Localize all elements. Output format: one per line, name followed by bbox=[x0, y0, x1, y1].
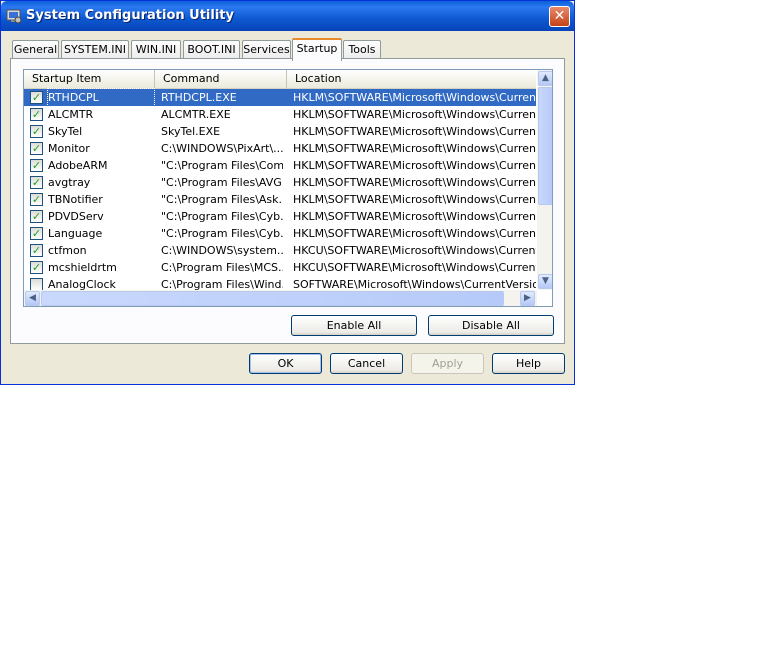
vertical-scroll-thumb[interactable] bbox=[538, 87, 552, 205]
table-row[interactable]: ✓ Monitor C:\WINDOWS\PixArt\... HKLM\SOFTWA… bbox=[24, 140, 536, 157]
location-cell: HKLM\SOFTWARE\Microsoft\Windows\CurrentV… bbox=[293, 176, 536, 189]
column-header-location[interactable]: Location bbox=[287, 70, 536, 88]
horizontal-scrollbar[interactable]: ◀ ▶ bbox=[24, 290, 537, 306]
row-checkbox[interactable]: ✓ bbox=[30, 91, 43, 104]
tab-services[interactable]: Services bbox=[242, 40, 291, 59]
title-bar[interactable]: System Configuration Utility ✕ bbox=[1, 1, 574, 31]
command-cell: C:\Program Files\MCS... bbox=[161, 261, 283, 274]
location-cell: HKLM\SOFTWARE\Microsoft\Windows\CurrentV… bbox=[293, 108, 536, 121]
table-row[interactable]: ✓ RTHDCPL RTHDCPL.EXE HKLM\SOFTWARE\Microso… bbox=[24, 88, 536, 107]
table-row[interactable]: ✓ mcshieldrtm C:\Program Files\MCS... HKCU\… bbox=[24, 259, 536, 276]
startup-items-list[interactable]: Startup Item Command Location ✓ RTHDCPL RT… bbox=[23, 69, 553, 307]
scroll-right-arrow-icon: ▶ bbox=[524, 293, 531, 303]
startup-item-cell: Language bbox=[48, 227, 103, 240]
row-checkbox[interactable]: ✓ bbox=[30, 142, 43, 155]
close-button[interactable]: ✕ bbox=[549, 6, 570, 27]
location-cell: HKLM\SOFTWARE\Microsoft\Windows\CurrentV… bbox=[293, 210, 536, 223]
tab-startup[interactable]: Startup bbox=[292, 38, 342, 61]
disable-all-button[interactable]: Disable All bbox=[428, 315, 554, 336]
startup-item-cell: TBNotifier bbox=[48, 193, 103, 206]
table-row[interactable]: ✓ ALCMTR ALCMTR.EXE HKLM\SOFTWARE\Microsoft… bbox=[24, 106, 536, 123]
startup-item-cell: AdobeARM bbox=[48, 159, 108, 172]
startup-tab-panel: Startup Item Command Location ✓ RTHDCPL RT… bbox=[10, 58, 565, 344]
row-checkbox[interactable]: ✓ bbox=[30, 125, 43, 138]
row-checkbox[interactable]: ✓ bbox=[30, 193, 43, 206]
location-cell: HKLM\SOFTWARE\Microsoft\Windows\CurrentV… bbox=[293, 91, 536, 104]
command-cell: ALCMTR.EXE bbox=[161, 108, 231, 121]
command-cell: "C:\Program Files\Ask... bbox=[161, 193, 283, 206]
column-header-startup-item[interactable]: Startup Item bbox=[24, 70, 155, 88]
apply-button[interactable]: Apply bbox=[411, 353, 484, 374]
close-icon: ✕ bbox=[553, 8, 566, 24]
startup-item-cell: PDVDServ bbox=[48, 210, 104, 223]
startup-item-cell: ALCMTR bbox=[48, 108, 94, 121]
horizontal-scroll-thumb[interactable] bbox=[41, 291, 504, 306]
msconfig-app-icon bbox=[6, 9, 22, 24]
tab-boot-ini[interactable]: BOOT.INI bbox=[183, 40, 240, 59]
ok-button[interactable]: OK bbox=[249, 353, 322, 374]
startup-item-cell: ctfmon bbox=[48, 244, 87, 257]
scroll-left-button[interactable]: ◀ bbox=[25, 291, 40, 306]
startup-item-cell: SkyTel bbox=[48, 125, 83, 138]
location-cell: HKLM\SOFTWARE\Microsoft\Windows\CurrentV… bbox=[293, 227, 536, 240]
scroll-left-arrow-icon: ◀ bbox=[29, 293, 36, 303]
command-cell: RTHDCPL.EXE bbox=[161, 91, 237, 104]
cancel-button[interactable]: Cancel bbox=[330, 353, 403, 374]
list-header: Startup Item Command Location bbox=[24, 70, 536, 89]
command-cell: "C:\Program Files\AVG... bbox=[161, 176, 283, 189]
row-checkbox[interactable]: ✓ bbox=[30, 176, 43, 189]
scroll-up-button[interactable]: ▲ bbox=[538, 71, 552, 86]
tab-win-ini[interactable]: WIN.INI bbox=[131, 40, 181, 59]
location-cell: HKCU\SOFTWARE\Microsoft\Windows\CurrentV… bbox=[293, 261, 536, 274]
command-cell: "C:\Program Files\Cyb... bbox=[161, 210, 283, 223]
system-configuration-window: System Configuration Utility ✕ General S… bbox=[0, 0, 575, 385]
vertical-scrollbar[interactable]: ▲ ▼ bbox=[537, 70, 552, 290]
row-checkbox[interactable]: ✓ bbox=[30, 261, 43, 274]
scroll-down-arrow-icon: ▼ bbox=[542, 276, 549, 286]
column-header-command[interactable]: Command bbox=[155, 70, 287, 88]
command-cell: "C:\Program Files\Cyb... bbox=[161, 227, 283, 240]
scroll-right-button[interactable]: ▶ bbox=[520, 291, 535, 306]
table-row[interactable]: ✓ AdobeARM "C:\Program Files\Com... HKLM\SO… bbox=[24, 157, 536, 174]
tab-tools[interactable]: Tools bbox=[343, 40, 381, 59]
enable-all-button[interactable]: Enable All bbox=[291, 315, 417, 336]
scroll-down-button[interactable]: ▼ bbox=[538, 274, 552, 289]
row-checkbox[interactable]: ✓ bbox=[30, 227, 43, 240]
table-row[interactable]: ✓ avgtray "C:\Program Files\AVG... HKLM\SOF… bbox=[24, 174, 536, 191]
scroll-up-arrow-icon: ▲ bbox=[542, 73, 549, 83]
row-checkbox[interactable]: ✓ bbox=[30, 244, 43, 257]
tab-general[interactable]: General bbox=[12, 40, 59, 59]
tab-system-ini[interactable]: SYSTEM.INI bbox=[61, 40, 129, 59]
command-cell: "C:\Program Files\Com... bbox=[161, 159, 283, 172]
location-cell: HKLM\SOFTWARE\Microsoft\Windows\CurrentV… bbox=[293, 193, 536, 206]
row-checkbox[interactable]: ✓ bbox=[30, 108, 43, 121]
location-cell: HKLM\SOFTWARE\Microsoft\Windows\CurrentV… bbox=[293, 142, 536, 155]
command-cell: C:\WINDOWS\system... bbox=[161, 244, 283, 257]
location-cell: HKLM\SOFTWARE\Microsoft\Windows\CurrentV… bbox=[293, 125, 536, 138]
table-row[interactable]: ✓ PDVDServ "C:\Program Files\Cyb... HKLM\SO… bbox=[24, 208, 536, 225]
startup-item-cell: mcshieldrtm bbox=[48, 261, 117, 274]
startup-item-cell: Monitor bbox=[48, 142, 90, 155]
help-button[interactable]: Help bbox=[492, 353, 565, 374]
table-row[interactable]: ✓ SkyTel SkyTel.EXE HKLM\SOFTWARE\Microsoft… bbox=[24, 123, 536, 140]
table-row[interactable]: ✓ ctfmon C:\WINDOWS\system... HKCU\SOFTWARE… bbox=[24, 242, 536, 259]
command-cell: C:\WINDOWS\PixArt\... bbox=[161, 142, 283, 155]
window-title: System Configuration Utility bbox=[26, 8, 234, 23]
location-cell: HKLM\SOFTWARE\Microsoft\Windows\CurrentV… bbox=[293, 159, 536, 172]
startup-item-cell: RTHDCPL bbox=[47, 88, 155, 107]
startup-item-cell: avgtray bbox=[48, 176, 91, 189]
row-checkbox[interactable]: ✓ bbox=[30, 159, 43, 172]
table-row[interactable]: ✓ Language "C:\Program Files\Cyb... HKLM\SO… bbox=[24, 225, 536, 242]
table-row[interactable]: ✓ TBNotifier "C:\Program Files\Ask... HKLM\… bbox=[24, 191, 536, 208]
location-cell: HKCU\SOFTWARE\Microsoft\Windows\CurrentV… bbox=[293, 244, 536, 257]
command-cell: SkyTel.EXE bbox=[161, 125, 221, 138]
row-checkbox[interactable]: ✓ bbox=[30, 210, 43, 223]
